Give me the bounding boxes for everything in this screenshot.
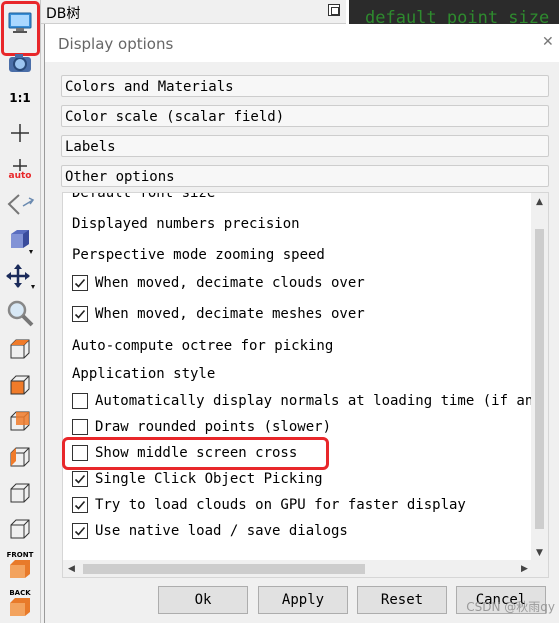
ok-button[interactable]: Ok	[158, 586, 248, 614]
decimate-clouds-checkbox[interactable]	[72, 275, 88, 291]
zoom-1to1-button[interactable]: 1:1	[3, 83, 37, 113]
decimate-meshes-text: When moved, decimate meshes over	[95, 306, 365, 322]
back-label: BACK	[9, 589, 31, 597]
section-other-options[interactable]: Other options	[61, 165, 549, 187]
section-labels[interactable]: Labels	[61, 135, 549, 157]
highlight-box	[62, 437, 329, 470]
decimate-meshes-option[interactable]: When moved, decimate meshes over	[72, 304, 365, 324]
normals-checkbox[interactable]	[72, 393, 88, 409]
section-color-scale[interactable]: Color scale (scalar field)	[61, 105, 549, 127]
decimate-meshes-checkbox[interactable]	[72, 306, 88, 322]
horizontal-scroll-thumb[interactable]	[83, 564, 365, 574]
cube-view-icon[interactable]	[3, 226, 37, 256]
native-dialogs-option[interactable]: Use native load / save dialogs	[72, 521, 348, 541]
scroll-corner	[531, 560, 548, 577]
decimate-clouds-text: When moved, decimate clouds over	[95, 275, 365, 291]
other-options-scroll-area[interactable]: Default font size Displayed numbers prec…	[62, 192, 549, 578]
dialog-title-bar[interactable]: Display options ✕	[45, 24, 559, 62]
main-toolbar: 1:1 auto FRONT BACK	[0, 0, 41, 623]
rounded-points-checkbox[interactable]	[72, 419, 88, 435]
zoom-speed-text: Perspective mode zooming speed	[72, 247, 325, 263]
db-tree-title: DB树	[46, 6, 81, 22]
native-dialogs-text: Use native load / save dialogs	[95, 523, 348, 539]
zoom-icon[interactable]	[3, 298, 37, 328]
auto-label: auto	[8, 171, 32, 181]
horizontal-scrollbar[interactable]: ◀ ▶	[63, 560, 533, 577]
scroll-down-icon[interactable]: ▼	[531, 544, 548, 561]
rotate-view-icon[interactable]	[3, 190, 37, 220]
float-panel-icon[interactable]	[328, 4, 340, 16]
apply-button[interactable]: Apply	[258, 586, 348, 614]
view-cube-right-icon[interactable]	[3, 478, 37, 508]
pan-icon[interactable]	[3, 262, 37, 292]
db-tree-panel: DB树	[41, 0, 346, 24]
rounded-points-option[interactable]: Draw rounded points (slower)	[72, 417, 331, 437]
gpu-checkbox[interactable]	[72, 497, 88, 513]
watermark: CSDN @秋雨qy	[466, 600, 555, 614]
plus-icon[interactable]	[3, 118, 37, 148]
back-view-button[interactable]: BACK	[3, 588, 37, 618]
font-size-label: Default font size	[72, 192, 216, 202]
view-cube-front-icon[interactable]	[3, 370, 37, 400]
display-options-dialog: Display options ✕ Colors and Materials C…	[44, 24, 559, 623]
single-click-option[interactable]: Single Click Object Picking	[72, 469, 323, 489]
vertical-scroll-thumb[interactable]	[535, 229, 544, 529]
section-colors-materials[interactable]: Colors and Materials	[61, 75, 549, 97]
front-view-button[interactable]: FRONT	[3, 550, 37, 580]
view-cube-left-icon[interactable]	[3, 442, 37, 472]
normals-text: Automatically display normals at loading…	[95, 393, 549, 409]
view-cube-top-icon[interactable]	[3, 334, 37, 364]
single-click-checkbox[interactable]	[72, 471, 88, 487]
single-click-text: Single Click Object Picking	[95, 471, 323, 487]
view-cube-bottom-icon[interactable]	[3, 514, 37, 544]
reset-button[interactable]: Reset	[357, 586, 447, 614]
vertical-scrollbar[interactable]: ▲ ▼	[531, 193, 548, 561]
native-dialogs-checkbox[interactable]	[72, 523, 88, 539]
gpu-option[interactable]: Try to load clouds on GPU for faster dis…	[72, 495, 466, 515]
front-label: FRONT	[6, 551, 34, 559]
decimate-clouds-option[interactable]: When moved, decimate clouds over	[72, 273, 365, 293]
normals-option[interactable]: Automatically display normals at loading…	[72, 391, 549, 411]
dialog-title: Display options	[58, 35, 174, 53]
octree-label: Auto-compute octree for picking	[72, 336, 333, 356]
octree-text: Auto-compute octree for picking	[72, 338, 334, 354]
view-cube-back-icon[interactable]	[3, 406, 37, 436]
app-style-label: Application style	[72, 364, 215, 384]
auto-pivot-button[interactable]: auto	[3, 155, 37, 185]
scroll-left-icon[interactable]: ◀	[63, 560, 80, 577]
gpu-text: Try to load clouds on GPU for faster dis…	[95, 497, 466, 513]
camera-settings-icon[interactable]	[3, 48, 37, 78]
precision-label: Displayed numbers precision	[72, 214, 300, 234]
scroll-up-icon[interactable]: ▲	[531, 193, 548, 210]
precision-text: Displayed numbers precision	[72, 216, 300, 232]
rounded-points-text: Draw rounded points (slower)	[95, 419, 332, 435]
zoom-speed-label: Perspective mode zooming speed	[72, 245, 325, 265]
app-style-text: Application style	[72, 366, 216, 382]
close-icon[interactable]: ✕	[542, 34, 558, 54]
font-size-text: Default font size	[72, 192, 216, 201]
